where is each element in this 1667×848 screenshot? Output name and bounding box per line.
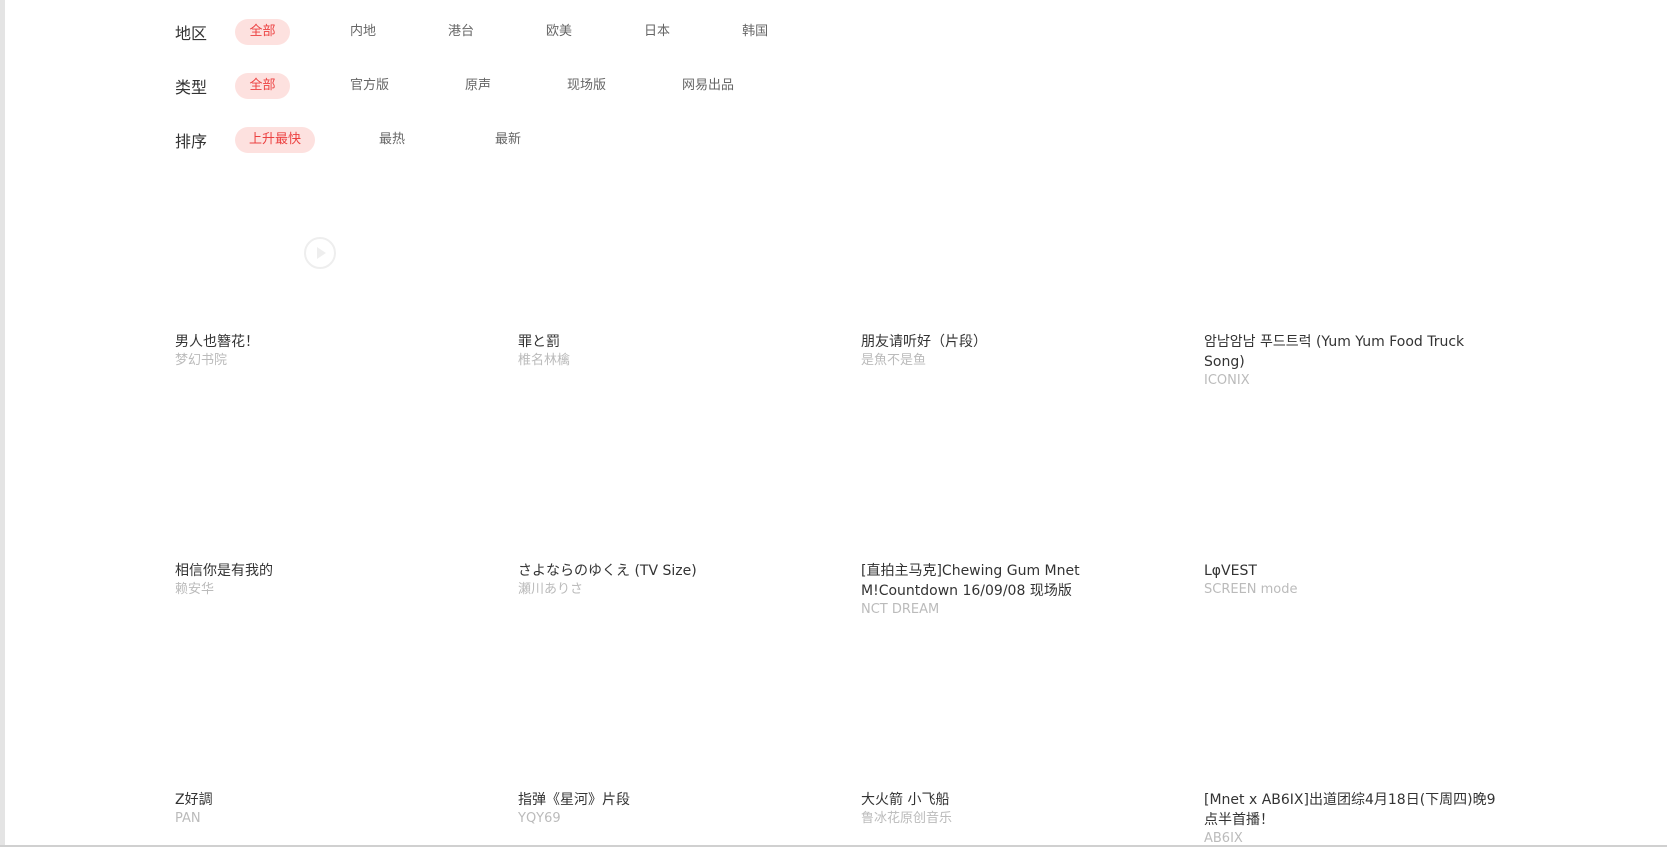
video-title[interactable]: 암남암남 푸드트럭 (Yum Yum Food Truck Song) [1204,332,1509,372]
type-option-original[interactable]: 原声 [451,73,505,99]
area-option-korea[interactable]: 韩国 [728,19,782,45]
play-circle-icon[interactable] [303,236,337,270]
video-card[interactable]: 암남암남 푸드트럭 (Yum Yum Food Truck Song) ICON… [1204,177,1509,390]
video-card[interactable]: 朋友请听好（片段） 是魚不是鱼 [861,177,1166,370]
video-title[interactable]: LφVEST [1204,561,1509,581]
video-card[interactable]: 相信你是有我的 赖安华 [175,406,480,599]
video-card[interactable]: [Mnet x AB6IX]出道团综4月18日(下周四)晚9点半首播！ AB6I… [1204,635,1509,848]
video-thumbnail[interactable] [518,177,823,322]
area-option-mainland[interactable]: 内地 [336,19,390,45]
video-title[interactable]: [Mnet x AB6IX]出道团综4月18日(下周四)晚9点半首播！ [1204,790,1509,830]
type-option-all[interactable]: 全部 [235,73,290,99]
video-card[interactable]: 大火箭 小飞船 鲁冰花原创音乐 [861,635,1166,828]
video-thumbnail[interactable] [861,406,1166,551]
type-option-netease[interactable]: 网易出品 [668,73,748,99]
video-thumbnail[interactable] [861,635,1166,780]
video-card[interactable]: 男人也簪花！ 梦幻书院 [175,177,480,370]
video-artist[interactable]: 赖安华 [175,581,480,599]
video-thumbnail[interactable] [175,635,480,780]
filter-row-type: 类型 全部 官方版 原声 现场版 网易出品 [175,72,748,100]
video-thumbnail[interactable] [175,406,480,551]
video-title[interactable]: 指弹《星河》片段 [518,790,823,810]
sort-option-rising[interactable]: 上升最快 [235,127,316,153]
area-option-western[interactable]: 欧美 [532,19,586,45]
video-artist[interactable]: SCREEN mode [1204,581,1509,599]
video-thumbnail[interactable] [1204,635,1509,780]
video-artist[interactable]: 瀬川ありさ [518,581,823,599]
video-title[interactable]: 大火箭 小飞船 [861,790,1166,810]
video-card[interactable]: Z好調 PAN [175,635,480,828]
video-thumbnail[interactable] [1204,406,1509,551]
video-title[interactable]: 罪と罰 [518,332,823,352]
type-option-live[interactable]: 现场版 [553,73,620,99]
type-option-official[interactable]: 官方版 [336,73,403,99]
video-card[interactable]: さよならのゆくえ (TV Size) 瀬川ありさ [518,406,823,599]
video-title[interactable]: さよならのゆくえ (TV Size) [518,561,823,581]
video-artist[interactable]: PAN [175,810,480,828]
video-title[interactable]: 朋友请听好（片段） [861,332,1166,352]
video-thumbnail[interactable] [518,406,823,551]
sort-option-newest[interactable]: 最新 [481,127,535,153]
video-artist[interactable]: 梦幻书院 [175,352,480,370]
video-artist[interactable]: 是魚不是鱼 [861,352,1166,370]
area-option-hk-tw[interactable]: 港台 [434,19,488,45]
video-card[interactable]: 罪と罰 椎名林檎 [518,177,823,370]
sort-option-hottest[interactable]: 最热 [365,127,419,153]
video-thumbnail[interactable] [175,177,480,322]
video-thumbnail[interactable] [1204,177,1509,322]
filter-label-area: 地区 [175,24,208,43]
video-title[interactable]: Z好調 [175,790,480,810]
video-thumbnail[interactable] [518,635,823,780]
filter-row-sort: 排序 上升最快 最热 最新 [175,126,535,154]
filter-label-sort: 排序 [175,132,208,151]
filter-row-area: 地区 全部 内地 港台 欧美 日本 韩国 [175,18,782,46]
video-artist[interactable]: YQY69 [518,810,823,828]
left-border [0,0,5,847]
video-card[interactable]: [直拍主马克]Chewing Gum Mnet M!Countdown 16/0… [861,406,1166,619]
video-title[interactable]: 男人也簪花！ [175,332,480,352]
video-title[interactable]: 相信你是有我的 [175,561,480,581]
area-option-japan[interactable]: 日本 [630,19,684,45]
video-title[interactable]: [直拍主马克]Chewing Gum Mnet M!Countdown 16/0… [861,561,1166,601]
video-artist[interactable]: 椎名林檎 [518,352,823,370]
video-artist[interactable]: ICONIX [1204,372,1509,390]
video-artist[interactable]: 鲁冰花原创音乐 [861,810,1166,828]
filter-label-type: 类型 [175,78,208,97]
video-card[interactable]: LφVEST SCREEN mode [1204,406,1509,599]
video-artist[interactable]: NCT DREAM [861,601,1166,619]
video-thumbnail[interactable] [861,177,1166,322]
area-option-all[interactable]: 全部 [235,19,290,45]
video-card[interactable]: 指弹《星河》片段 YQY69 [518,635,823,828]
